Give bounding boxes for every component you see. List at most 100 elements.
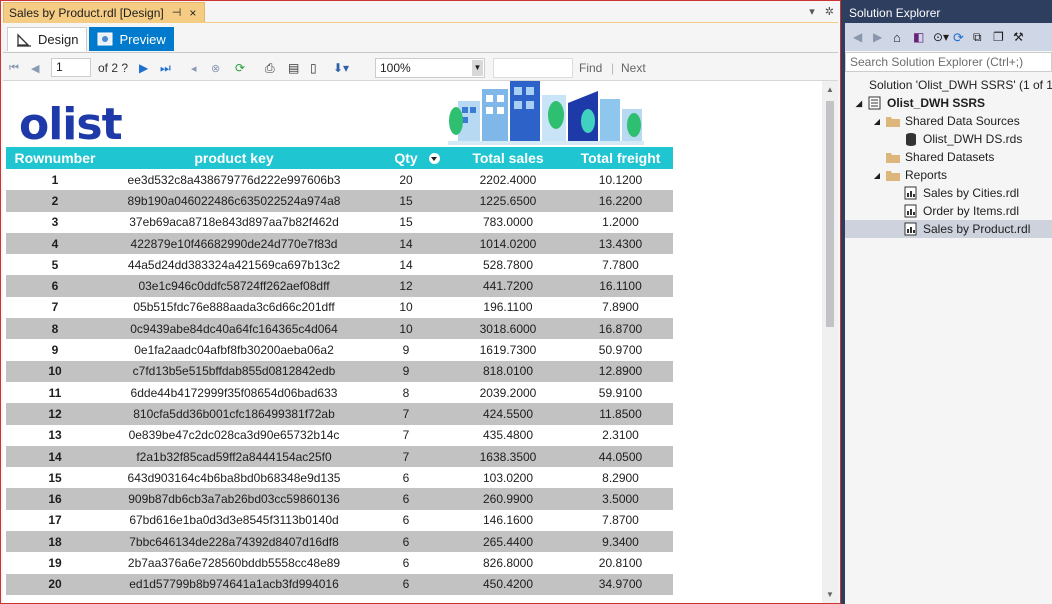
report-vertical-scrollbar[interactable]: ▲ ▼ bbox=[822, 81, 838, 603]
expanded-arrow-icon[interactable]: ◢ bbox=[871, 117, 883, 126]
forward-icon[interactable]: ▶ bbox=[873, 30, 887, 44]
print-layout-icon[interactable]: ▤ bbox=[288, 60, 299, 76]
expanded-arrow-icon[interactable]: ◢ bbox=[871, 171, 883, 180]
find-next-link[interactable]: Next bbox=[621, 60, 646, 76]
find-link[interactable]: Find bbox=[579, 60, 602, 76]
table-row: 17 67bd616e1ba0d3d3e8545f3113b0140d 6 146.1… bbox=[6, 510, 673, 531]
tree-node-shared-data-sources[interactable]: ◢ Shared Data Sources bbox=[845, 112, 1052, 130]
cell-total-freight: 7.7800 bbox=[602, 257, 639, 272]
expanded-arrow-icon[interactable]: ◢ bbox=[853, 99, 865, 108]
cell-total-sales: 1619.7300 bbox=[479, 343, 537, 358]
tree-node-reports[interactable]: ◢ Reports bbox=[845, 166, 1052, 184]
pending-changes-icon[interactable]: ⊙▾ bbox=[933, 30, 949, 44]
cell-qty: 15 bbox=[399, 215, 413, 230]
tree-node-report[interactable]: Sales by Cities.rdl bbox=[845, 184, 1052, 202]
page-setup-icon[interactable]: ▯ bbox=[310, 60, 317, 76]
show-all-files-icon[interactable]: ❐ bbox=[993, 30, 1007, 44]
tree-node-solution[interactable]: Solution 'Olist_DWH SSRS' (1 of 1 bbox=[845, 76, 1052, 94]
scrollbar-thumb[interactable] bbox=[826, 101, 834, 327]
cell-total-sales: 826.8000 bbox=[482, 555, 534, 570]
tree-node-shared-datasets[interactable]: Shared Datasets bbox=[845, 148, 1052, 166]
stop-icon[interactable]: ⊗ bbox=[211, 60, 220, 76]
tree-label-shared-data-sources: Shared Data Sources bbox=[905, 114, 1020, 128]
print-icon[interactable]: ⎙ bbox=[265, 60, 275, 76]
cell-qty: 6 bbox=[402, 513, 410, 528]
document-tab-title: Sales by Product.rdl [Design] bbox=[9, 5, 164, 20]
table-row: 3 37eb69aca8718e843d897aa7b82f462d 15 783.0… bbox=[6, 212, 673, 233]
sync-icon[interactable]: ⟳ bbox=[953, 30, 967, 45]
first-page-icon[interactable]: ⏮ bbox=[9, 60, 19, 76]
chevron-down-icon[interactable]: ▼ bbox=[472, 60, 483, 76]
cell-product-key: 05b515fdc76e888aada3c6d66c201dff bbox=[133, 300, 335, 315]
table-row: 18 7bbc646134de228a74392d8407d16df8 6 265.4… bbox=[6, 531, 673, 553]
tree-label-report: Order by Items.rdl bbox=[923, 204, 1020, 218]
tree-node-project[interactable]: ◢ Olist_DWH SSRS bbox=[845, 94, 1052, 112]
cell-rownumber: 14 bbox=[6, 445, 104, 468]
export-icon[interactable]: ⬇▾ bbox=[333, 60, 349, 76]
cell-total-freight: 9.3400 bbox=[568, 531, 673, 553]
cell-total-sales: 1638.3500 bbox=[448, 445, 568, 468]
column-header-product-key: product key bbox=[104, 147, 364, 169]
tree-label-project: Olist_DWH SSRS bbox=[887, 96, 986, 110]
cell-qty: 14 bbox=[364, 232, 448, 255]
cell-qty: 15 bbox=[364, 190, 448, 212]
back-icon[interactable]: ◀ bbox=[853, 30, 867, 44]
cell-product-key: 6dde44b4172999f35f08654d06bad633 bbox=[130, 385, 338, 400]
last-page-icon[interactable]: ⏭ bbox=[160, 60, 171, 76]
solution-explorer-search[interactable]: Search Solution Explorer (Ctrl+;) bbox=[845, 52, 1052, 72]
cell-total-sales: 1014.0200 bbox=[448, 232, 568, 255]
pin-icon[interactable]: ⊣ bbox=[172, 6, 182, 19]
cell-product-key: 0e1fa2aadc04afbf8fb30200aeba06a2 bbox=[134, 343, 334, 358]
cell-product-key: ed1d57799b8b974641a1acb3fd994016 bbox=[104, 573, 364, 595]
cell-total-sales: 528.7800 bbox=[482, 257, 534, 272]
scroll-up-icon[interactable]: ▲ bbox=[826, 85, 834, 94]
dropdown-icon[interactable]: ▾ bbox=[809, 5, 815, 18]
tree-node-report[interactable]: Order by Items.rdl bbox=[845, 202, 1052, 220]
tree-node-report-selected[interactable]: Sales by Product.rdl bbox=[845, 220, 1052, 238]
sort-icon[interactable] bbox=[429, 153, 440, 164]
cell-total-sales: 435.4800 bbox=[482, 428, 534, 443]
tab-preview[interactable]: Preview bbox=[89, 27, 174, 51]
folder-open-icon bbox=[886, 171, 900, 181]
cell-total-freight: 8.2900 bbox=[602, 470, 639, 485]
tree-label-solution: Solution 'Olist_DWH SSRS' (1 of 1 bbox=[869, 78, 1052, 92]
previous-page-icon[interactable]: ◀ bbox=[31, 60, 39, 76]
home-icon[interactable]: ⌂ bbox=[893, 30, 907, 45]
wrench-icon[interactable]: ⚒ bbox=[1013, 30, 1027, 44]
zoom-select[interactable]: 100% ▼ bbox=[375, 58, 485, 78]
back-icon[interactable]: ◂ bbox=[191, 60, 197, 76]
cell-total-sales: 196.1100 bbox=[483, 300, 533, 315]
column-header-total-freight: Total freight bbox=[568, 147, 673, 169]
refresh-icon[interactable]: ⟳ bbox=[235, 60, 245, 76]
project-icon bbox=[868, 96, 881, 110]
switch-views-icon[interactable]: ◧ bbox=[913, 30, 927, 44]
document-tab[interactable]: Sales by Product.rdl [Design] ⊣ × bbox=[3, 2, 205, 23]
next-page-icon[interactable]: ▶ bbox=[139, 60, 148, 76]
cell-rownumber: 19 bbox=[48, 555, 62, 570]
cell-total-sales: 265.4400 bbox=[448, 531, 568, 553]
tree-node-data-source[interactable]: Olist_DWH DS.rds bbox=[845, 130, 1052, 148]
cell-total-sales: 260.9900 bbox=[448, 488, 568, 510]
find-input[interactable] bbox=[493, 58, 573, 78]
page-number-input[interactable]: 1 bbox=[51, 58, 91, 77]
cell-qty: 10 bbox=[364, 318, 448, 340]
cell-qty: 6 bbox=[402, 555, 410, 570]
cell-total-freight: 10.1200 bbox=[598, 172, 643, 187]
gear-icon[interactable]: ✲ bbox=[825, 5, 834, 18]
table-row: 10 c7fd13b5e515bffdab855d0812842edb 9 818.0… bbox=[6, 360, 673, 382]
solution-explorer-toolbar: ◀ ▶ ⌂ ◧ ⊙▾ ⟳ ⧉ ❐ ⚒ bbox=[845, 23, 1052, 51]
cell-rownumber: 3 bbox=[51, 215, 59, 230]
folder-icon bbox=[886, 153, 900, 163]
tab-design[interactable]: Design bbox=[7, 27, 88, 51]
table-row: 6 03e1c946c0ddfc58724ff262aef08dff 12 441.7… bbox=[6, 275, 673, 297]
table-row: 19 2b7aa376a6e728560bddb5558cc48e89 6 826.8… bbox=[6, 552, 673, 573]
table-row: 14 f2a1b32f85cad59ff2a8444154ac25f0 7 1638.… bbox=[6, 445, 673, 468]
close-icon[interactable]: × bbox=[189, 6, 196, 20]
table-row: 15 643d903164c4b6ba8bd0b68348e9d135 6 103.0… bbox=[6, 467, 673, 488]
design-preview-tabs: Design Preview bbox=[7, 27, 174, 51]
collapse-all-icon[interactable]: ⧉ bbox=[973, 30, 987, 44]
scroll-down-icon[interactable]: ▼ bbox=[826, 590, 834, 599]
cell-rownumber: 20 bbox=[6, 573, 104, 595]
report-file-icon bbox=[904, 186, 917, 200]
cell-total-freight: 34.9700 bbox=[568, 573, 673, 595]
